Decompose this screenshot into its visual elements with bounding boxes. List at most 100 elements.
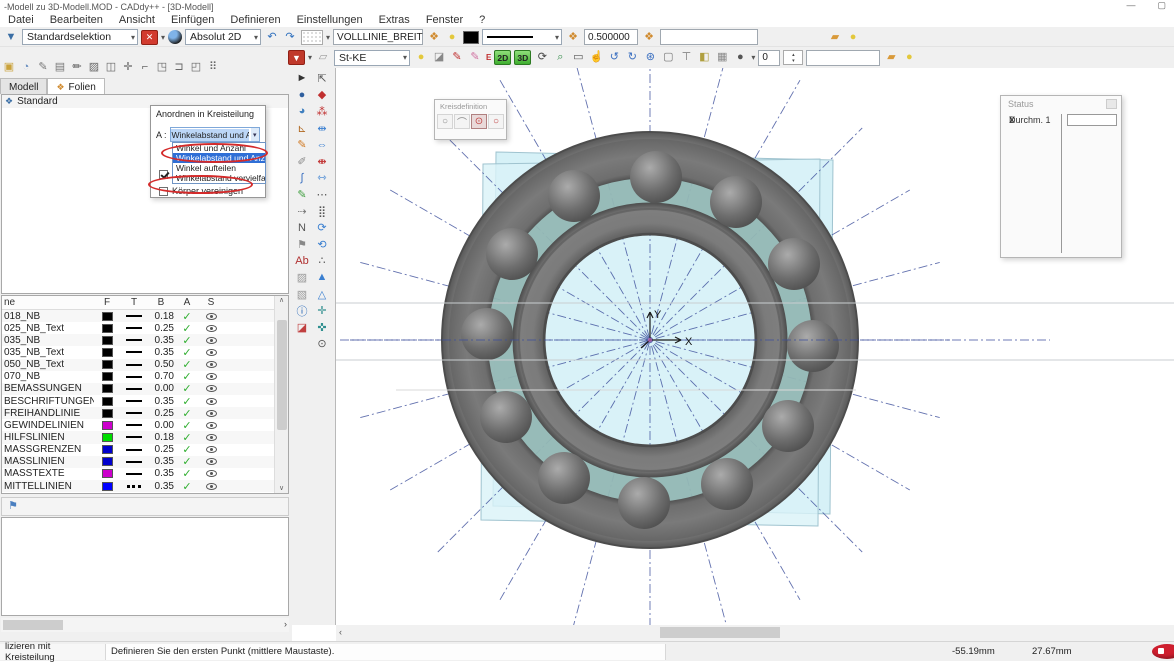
layer-color-swatch[interactable] <box>102 421 113 430</box>
hatch-icon[interactable]: ▨ <box>86 60 102 75</box>
table-row[interactable]: BESCHRIFTUNGEN 0.35 ✓ <box>2 395 288 407</box>
flag-icon[interactable]: ⚑ <box>294 236 311 253</box>
visibility-eye-icon[interactable] <box>206 349 217 356</box>
viewport-horizontal-scrollbar[interactable]: ‹ <box>336 625 1174 641</box>
grid-pattern-button[interactable] <box>301 30 323 45</box>
active-check-icon[interactable]: ✓ <box>176 322 198 335</box>
arrow-up-icon[interactable]: ▲ <box>314 269 331 286</box>
circle-icon[interactable]: ○ <box>437 114 453 129</box>
active-check-icon[interactable]: ✓ <box>176 443 198 456</box>
plane-pen-icon[interactable]: ✐ <box>294 153 311 170</box>
bulb2-icon[interactable]: ● <box>845 30 861 45</box>
cube-icon[interactable]: ◳ <box>154 60 170 75</box>
status-value-field[interactable] <box>1067 114 1117 126</box>
tab-folien[interactable]: ❖ Folien <box>47 78 104 94</box>
layer-color-swatch[interactable] <box>102 324 113 333</box>
layer-color-swatch[interactable] <box>102 372 113 381</box>
corner-icon[interactable]: ⌐ <box>137 60 153 75</box>
axis-tree-icon[interactable]: ⁂ <box>314 103 331 120</box>
menu-item[interactable]: Bearbeiten <box>42 14 111 26</box>
new-layer-icon[interactable]: ▣ <box>1 60 17 75</box>
dropdown-option[interactable]: Winkel und Anzahl <box>173 143 265 153</box>
arrow-up2-icon[interactable]: △ <box>314 286 331 303</box>
checkbox-icon[interactable] <box>159 187 168 196</box>
scroll-thumb[interactable] <box>277 320 287 430</box>
shaded-sphere-icon[interactable]: ● <box>732 50 748 65</box>
line-style-sample[interactable] <box>126 315 142 317</box>
coordinate-mode-combo[interactable]: Absolut 2D ▾ <box>185 29 261 45</box>
table-row[interactable]: HILFSLINIEN 0.18 ✓ <box>2 431 288 443</box>
visibility-eye-icon[interactable] <box>206 385 217 392</box>
menu-item[interactable]: Fenster <box>418 14 471 26</box>
layer-color-swatch[interactable] <box>102 433 113 442</box>
dropdown-option[interactable]: Winkelabstand vervielfach <box>173 173 265 183</box>
line-style-sample[interactable] <box>126 424 142 426</box>
layers3-icon[interactable]: ❖ <box>641 30 657 45</box>
table-row[interactable]: 018_NB 0.18 ✓ <box>2 310 288 322</box>
line-style-sample[interactable] <box>126 449 142 451</box>
cursor-icon[interactable]: ► <box>294 70 311 87</box>
mirror-icon[interactable]: ⇼ <box>314 153 331 170</box>
line-width-field[interactable]: 0.500000 <box>584 29 638 45</box>
active-check-icon[interactable]: ✓ <box>176 334 198 347</box>
hatch2-icon[interactable]: ▧ <box>294 286 311 303</box>
chevron-down-icon[interactable]: ▾ <box>308 53 312 62</box>
menu-item[interactable]: Einstellungen <box>289 14 371 26</box>
layer-color-swatch[interactable] <box>102 360 113 369</box>
circle-red-icon[interactable]: ○ <box>488 114 504 129</box>
visibility-eye-icon[interactable] <box>206 361 217 368</box>
spinner-arrows[interactable]: ▴▾ <box>783 50 803 65</box>
offset-icon[interactable]: ⇿ <box>314 170 331 187</box>
hatch1-icon[interactable]: ▨ <box>294 269 311 286</box>
circle-point-icon[interactable]: ⊙ <box>314 336 331 353</box>
connector-icon[interactable]: ⊐ <box>171 60 187 75</box>
globe-pen-icon[interactable]: ◕ <box>294 103 311 120</box>
visibility-eye-icon[interactable] <box>206 325 217 332</box>
visibility-eye-icon[interactable] <box>206 434 217 441</box>
sphere-icon[interactable]: ● <box>294 87 311 104</box>
table-row[interactable]: FREIHANDLINIE 0.25 ✓ <box>2 407 288 419</box>
dropdown-option[interactable]: Winkelabstand und Anzahl <box>173 153 265 163</box>
active-check-icon[interactable]: ✓ <box>176 480 198 493</box>
selection-filter-button[interactable]: ✕ <box>141 30 158 45</box>
scroll-down-arrow[interactable]: ∨ <box>275 484 288 492</box>
chevron-down-icon[interactable]: ▾ <box>161 33 165 42</box>
line-style-sample[interactable] <box>126 473 142 475</box>
line-style-sample[interactable] <box>126 376 142 378</box>
scroll-right-arrow[interactable]: › <box>284 619 287 629</box>
spline-icon[interactable]: ∫ <box>294 170 311 187</box>
layers-icon[interactable]: ❖ <box>426 30 442 45</box>
table-row[interactable]: GEWINDELINIEN 0.00 ✓ <box>2 419 288 431</box>
color-swatch[interactable] <box>463 31 479 44</box>
folder-icon[interactable]: ▰ <box>883 50 899 65</box>
stretch-icon[interactable]: ⇔ <box>314 136 331 153</box>
dropdown-option[interactable]: Winkel aufteilen <box>173 163 265 173</box>
align-v-icon[interactable]: ✜ <box>314 319 331 336</box>
layer-color-swatch[interactable] <box>102 336 113 345</box>
visibility-eye-icon[interactable] <box>206 313 217 320</box>
red-block-icon[interactable]: ◆ <box>314 87 331 104</box>
active-check-icon[interactable]: ✓ <box>176 419 198 432</box>
view-icon[interactable]: ◪ <box>431 50 447 65</box>
save-icon[interactable]: ▼ <box>3 30 19 45</box>
scroll-thumb[interactable] <box>660 627 780 638</box>
table-row[interactable]: 025_NB_Text 0.25 ✓ <box>2 322 288 334</box>
chevron-down-icon[interactable]: ▾ <box>751 53 755 62</box>
green-pen-icon[interactable]: ✎ <box>294 186 311 203</box>
detail-spinner[interactable]: 0 <box>758 50 780 66</box>
line-style-sample[interactable] <box>126 400 142 402</box>
undo-icon[interactable]: ↶ <box>264 30 280 45</box>
menu-item[interactable]: Ansicht <box>111 14 163 26</box>
folder-icon[interactable]: ▰ <box>827 30 843 45</box>
scatter-icon[interactable]: ∴ <box>314 253 331 270</box>
crosshair-icon[interactable]: ✛ <box>120 60 136 75</box>
pen-icon[interactable]: ✎ <box>35 60 51 75</box>
dotted-arrow-icon[interactable]: ⇢ <box>294 203 311 220</box>
surface-combo[interactable]: St-KE ▾ <box>334 50 410 66</box>
visibility-eye-icon[interactable] <box>206 398 217 405</box>
active-check-icon[interactable]: ✓ <box>176 382 198 395</box>
active-check-icon[interactable]: ✓ <box>176 395 198 408</box>
preview-icon[interactable]: ▢ <box>660 50 676 65</box>
table-row[interactable]: MASSGRENZEN 0.25 ✓ <box>2 444 288 456</box>
circle-edit-icon[interactable]: ◔ <box>18 60 34 75</box>
